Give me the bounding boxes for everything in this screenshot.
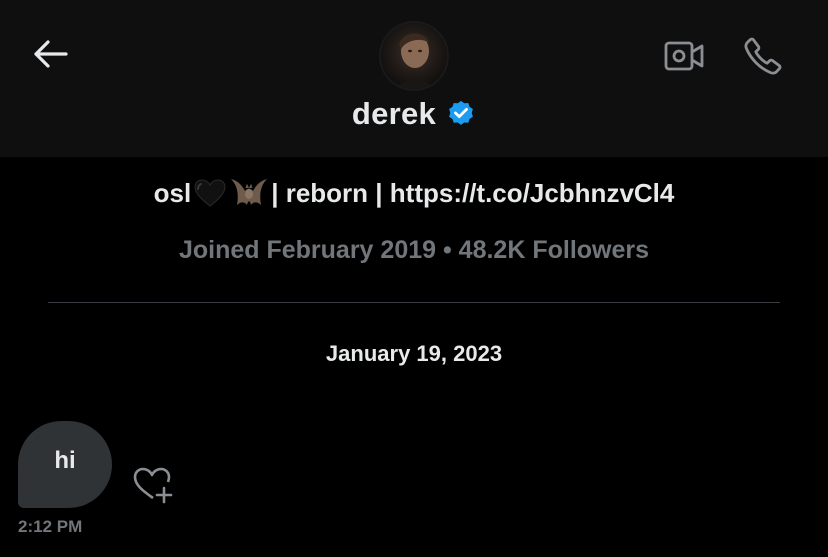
- react-button[interactable]: [130, 465, 176, 505]
- avatar-photo: [379, 21, 449, 91]
- video-call-button[interactable]: [660, 36, 708, 76]
- bat-emoji: [229, 175, 269, 211]
- phone-icon: [744, 37, 782, 75]
- profile-meta: Joined February 2019 • 48.2K Followers: [178, 236, 650, 264]
- bio-suffix[interactable]: | reborn | https://t.co/JcbhnzvCl4: [271, 178, 674, 209]
- divider: [48, 302, 780, 303]
- message-text: hi: [54, 446, 76, 474]
- conversation-date: January 19, 2023: [325, 341, 503, 366]
- username[interactable]: derek: [352, 96, 436, 132]
- title-row: derek: [0, 96, 828, 132]
- black-heart-emoji: [193, 178, 227, 208]
- avatar[interactable]: [379, 21, 449, 91]
- phone-call-button[interactable]: [739, 32, 787, 80]
- video-call-icon: [664, 41, 704, 71]
- message-timestamp: 2:12 PM: [18, 517, 83, 536]
- verified-badge-icon: [449, 100, 473, 125]
- heart-add-icon: [133, 467, 173, 504]
- back-button[interactable]: [28, 34, 72, 74]
- profile-bio: osl | reborn | https://t.co/JcbhnzvCl4: [0, 175, 828, 211]
- arrow-left-icon: [34, 40, 68, 68]
- bio-prefix: osl: [153, 177, 192, 208]
- message-bubble[interactable]: hi: [18, 421, 112, 508]
- conversation-header: derek: [0, 0, 828, 157]
